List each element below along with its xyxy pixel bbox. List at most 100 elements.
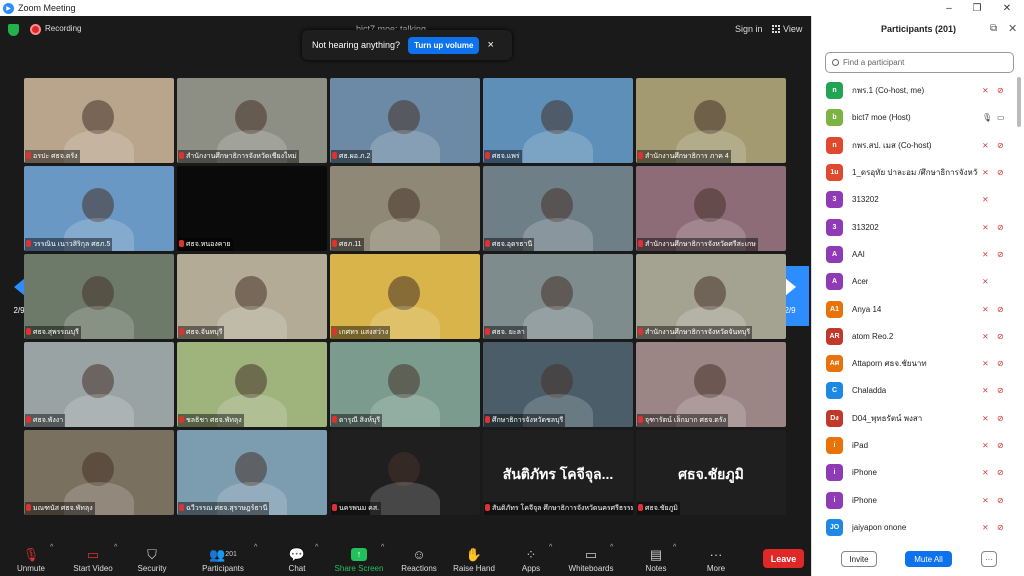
- participant-row[interactable]: Dง D04_พุทธรัตน์ พงสา ⨯ ⊘: [812, 405, 1017, 432]
- chevron-up-icon[interactable]: ^: [610, 544, 613, 551]
- participant-row[interactable]: i iPad ⨯ ⊘: [812, 432, 1017, 459]
- video-tile[interactable]: ศธจ.แพร่: [483, 78, 633, 163]
- participants-button[interactable]: 👥201 Participants ^: [199, 540, 257, 576]
- video-tile[interactable]: ดารุณี สิงห์บุรี: [330, 342, 480, 427]
- video-tile[interactable]: ศธจ.สุพรรณบุรี: [24, 254, 174, 339]
- participant-name: AAI: [852, 249, 865, 259]
- view-button[interactable]: View: [772, 24, 802, 34]
- participant-row[interactable]: i iPhone ⨯ ⊘: [812, 459, 1017, 486]
- apps-button[interactable]: ⁘ Apps ^: [519, 540, 552, 576]
- whiteboards-label: Whiteboards: [568, 564, 614, 573]
- more-button[interactable]: ··· More: [704, 540, 728, 576]
- participant-name: iPhone: [852, 468, 877, 478]
- invite-button[interactable]: Invite: [841, 551, 877, 567]
- popout-icon[interactable]: ⧉: [990, 23, 997, 34]
- recording-icon[interactable]: [30, 24, 41, 35]
- participant-row[interactable]: i iPhone ⨯ ⊘: [812, 486, 1017, 513]
- participant-row[interactable]: A1 Anya 14 ⨯ ⊘: [812, 295, 1017, 322]
- participant-row[interactable]: 1u 1_ดรอุทัย ปาละอม /ศึกษาธิการจังหวัด...…: [812, 159, 1017, 186]
- shield-icon[interactable]: [8, 24, 19, 36]
- participant-silhouette: [82, 364, 114, 398]
- participant-row[interactable]: AR atom Reo.2 ⨯ ⊘: [812, 323, 1017, 350]
- participant-row[interactable]: A Acer ⨯: [812, 268, 1017, 295]
- video-tile[interactable]: ศึกษาธิการจังหวัดชลบุรี: [483, 342, 633, 427]
- turn-up-volume-button[interactable]: Turn up volume: [408, 36, 480, 54]
- minimize-icon[interactable]: –: [934, 0, 964, 16]
- participant-row[interactable]: 3 313202 ⨯ ⊘: [812, 213, 1017, 240]
- avatar: Aศ: [826, 355, 843, 373]
- close-window-icon[interactable]: ✕: [992, 0, 1022, 16]
- participant-row[interactable]: 3 313202 ⨯: [812, 186, 1017, 213]
- video-tile[interactable]: ศธจ.พังงา: [24, 342, 174, 427]
- chevron-up-icon[interactable]: ^: [673, 544, 676, 551]
- raise-hand-button[interactable]: ✋ Raise Hand: [453, 540, 495, 576]
- video-tile[interactable]: ศธจ.หนองคาย: [177, 166, 327, 251]
- video-tile[interactable]: สำนักงานศึกษาธิการจังหวัดศรีสะเกษ: [636, 166, 786, 251]
- participant-row[interactable]: n กพร.สป. เมส (Co-host) ⨯ ⊘: [812, 132, 1017, 159]
- video-tile[interactable]: อรปะ ศธจ.ตรัง: [24, 78, 174, 163]
- video-tile[interactable]: วรรณิน เนาวสิริกุล ศธภ.5: [24, 166, 174, 251]
- start-video-button[interactable]: ▭ Start Video ^: [70, 540, 117, 576]
- chat-button[interactable]: 💬 Chat ^: [285, 540, 319, 576]
- video-tile[interactable]: นครพนม คส.: [330, 430, 480, 515]
- video-tile[interactable]: ศธจ. ยะลา: [483, 254, 633, 339]
- close-toast-icon[interactable]: ×: [487, 39, 493, 51]
- maximize-icon[interactable]: ❐: [962, 0, 992, 16]
- panel-more-button[interactable]: ···: [981, 551, 997, 567]
- video-tile[interactable]: ศธจ.ชัยภูมิ ศธจ.ชัยภูมิ: [636, 430, 786, 515]
- sign-in-link[interactable]: Sign in: [735, 24, 763, 34]
- participant-row[interactable]: JO jaiyapon onone ⨯ ⊘: [812, 514, 1017, 541]
- chevron-up-icon[interactable]: ^: [114, 544, 117, 551]
- mic-muted-icon: [26, 416, 31, 423]
- scrollbar[interactable]: [1017, 77, 1021, 127]
- reactions-button[interactable]: ☺ Reactions: [400, 540, 438, 576]
- video-off-icon: ⊘: [997, 168, 1004, 178]
- participant-row[interactable]: C Chaladda ⨯ ⊘: [812, 377, 1017, 404]
- chevron-up-icon[interactable]: ^: [315, 544, 318, 551]
- participant-name: 1_ดรอุทัย ปาละอม /ศึกษาธิการจังหวัด...: [852, 168, 978, 178]
- video-tile[interactable]: สำนักงานศึกษาธิการจังหวัดจันทบุรี: [636, 254, 786, 339]
- mute-all-button[interactable]: Mute All: [905, 551, 952, 567]
- video-tile[interactable]: ศธจ.จันทบุรี: [177, 254, 327, 339]
- toast-message: Not hearing anything?: [312, 40, 401, 50]
- chevron-up-icon[interactable]: ^: [549, 544, 552, 551]
- tile-name-label: ศธจ.แพร่: [484, 150, 522, 163]
- security-button[interactable]: ⛉ Security: [136, 540, 168, 576]
- video-tile[interactable]: ศธภ.11: [330, 166, 480, 251]
- participant-row[interactable]: n กพร.1 (Co-host, me) ⨯ ⊘: [812, 77, 1017, 104]
- video-tile[interactable]: สำนักงานศึกษาธิการจังหวัดเชียงใหม่: [177, 78, 327, 163]
- video-tile[interactable]: ฉวีวรรณ ศธจ.สุราษฎร์ธานี: [177, 430, 327, 515]
- mic-muted-icon: ⨯: [982, 249, 989, 259]
- video-tile[interactable]: มณฑนัส ศธจ.พัทลุง: [24, 430, 174, 515]
- participant-silhouette: [541, 364, 573, 398]
- unmute-label: Unmute: [16, 564, 45, 573]
- participant-name: D04_พุทธรัตน์ พงสา: [852, 413, 923, 423]
- chevron-up-icon[interactable]: ^: [254, 544, 257, 551]
- participant-row[interactable]: A AAI ⨯ ⊘: [812, 241, 1017, 268]
- chevron-up-icon[interactable]: ^: [381, 544, 384, 551]
- unmute-button[interactable]: 🎙 Unmute ^: [14, 540, 53, 576]
- video-tile[interactable]: สำนักงานศึกษาธิการ ภาค 4: [636, 78, 786, 163]
- participant-search-input[interactable]: Find a participant: [825, 52, 1014, 73]
- share-screen-button[interactable]: ↑ Share Screen ^: [334, 540, 385, 576]
- video-tile[interactable]: ชลธิชา ศธจ.พัทลุง: [177, 342, 327, 427]
- leave-button[interactable]: Leave: [763, 549, 804, 568]
- whiteboards-button[interactable]: ▭ Whiteboards ^: [566, 540, 616, 576]
- video-tile[interactable]: เกศทร แสงสว่าง: [330, 254, 480, 339]
- tile-name-label: ศธจ.สุพรรณบุรี: [25, 326, 81, 339]
- notes-button[interactable]: ▤ Notes ^: [644, 540, 677, 576]
- video-tile[interactable]: จุฑารัตน์ เล็กมาก ศธจ.ตรัง: [636, 342, 786, 427]
- title-bar: ▶ Zoom Meeting – ❐ ✕: [0, 0, 1024, 16]
- chevron-up-icon[interactable]: ^: [50, 544, 53, 551]
- close-panel-icon[interactable]: ✕: [1008, 22, 1017, 35]
- participant-name: jaiyapon onone: [852, 522, 907, 532]
- participant-row[interactable]: b bict7 moe (Host) 🎙 ▭: [812, 104, 1017, 131]
- video-tile[interactable]: ศธจ.อุดรธานี: [483, 166, 633, 251]
- video-tile[interactable]: ศธ.ผอ.ภ.2: [330, 78, 480, 163]
- video-tile[interactable]: สันติภัทร โคจีจุล... สันติภัทร โคจีจุล ศึ…: [483, 430, 633, 515]
- avatar: AR: [826, 327, 843, 345]
- recording-label: Recording: [45, 24, 82, 33]
- participant-row[interactable]: Aศ Attaporn ศธจ.ชัยนาท ⨯ ⊘: [812, 350, 1017, 377]
- tile-name-label: ศธภ.11: [331, 238, 364, 251]
- video-off-icon: ⊘: [997, 249, 1004, 259]
